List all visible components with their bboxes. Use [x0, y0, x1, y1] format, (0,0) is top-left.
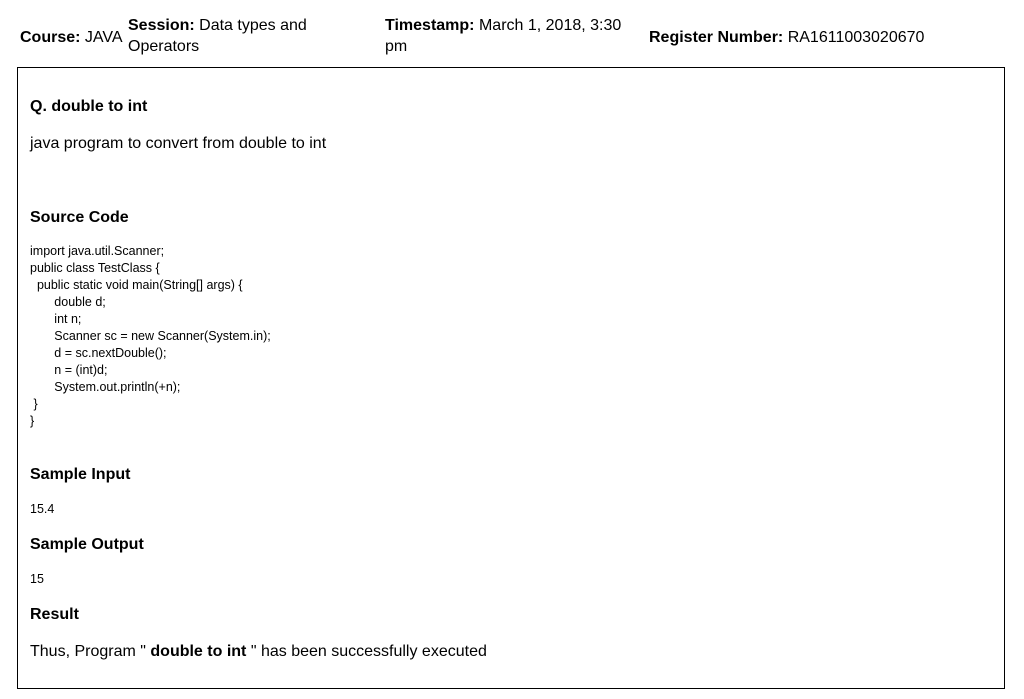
question-title: Q. double to int	[30, 98, 148, 115]
timestamp-label: Timestamp:	[385, 17, 475, 34]
result-program-name: double to int	[150, 643, 247, 660]
question-description: java program to convert from double to i…	[30, 135, 327, 152]
sample-output-heading: Sample Output	[30, 536, 144, 553]
timestamp-field: Timestamp: March 1, 2018, 3:30 pm	[385, 15, 635, 57]
sample-input-value: 15.4	[30, 502, 55, 516]
program-report-box: Q. double to int java program to convert…	[17, 67, 1005, 689]
code-line: d = sc.nextDouble();	[30, 346, 167, 360]
result-prefix: Thus, Program "	[30, 643, 151, 660]
code-line: }	[30, 414, 35, 428]
session-label: Session:	[128, 17, 195, 34]
code-line: System.out.println(+n);	[30, 380, 181, 394]
source-code-heading: Source Code	[30, 209, 129, 226]
register-field: Register Number: RA1611003020670	[649, 27, 924, 48]
code-line: double d;	[30, 295, 106, 309]
report-header: Course: JAVA Session: Data types and Ope…	[0, 15, 1024, 59]
code-line: public static void main(String[] args) {	[30, 278, 243, 292]
session-field: Session: Data types and Operators	[128, 15, 368, 57]
result-suffix: " has been successfully executed	[246, 643, 487, 660]
result-statement: Thus, Program " double to int " has been…	[30, 642, 487, 662]
course-value: JAVA	[84, 29, 123, 46]
code-line: int n;	[30, 312, 82, 326]
register-value: RA1611003020670	[787, 29, 925, 46]
code-line: import java.util.Scanner;	[30, 244, 165, 258]
register-label: Register Number:	[649, 29, 784, 46]
sample-output-value: 15	[30, 572, 44, 586]
course-field: Course: JAVA	[20, 27, 123, 48]
source-code-block: import java.util.Scanner; public class Te…	[30, 243, 271, 430]
code-line: }	[30, 397, 38, 411]
sample-input-heading: Sample Input	[30, 466, 131, 483]
code-line: Scanner sc = new Scanner(System.in);	[30, 329, 271, 343]
code-line: public class TestClass {	[30, 261, 160, 275]
code-line: n = (int)d;	[30, 363, 108, 377]
course-label: Course:	[20, 29, 81, 46]
result-heading: Result	[30, 606, 79, 623]
